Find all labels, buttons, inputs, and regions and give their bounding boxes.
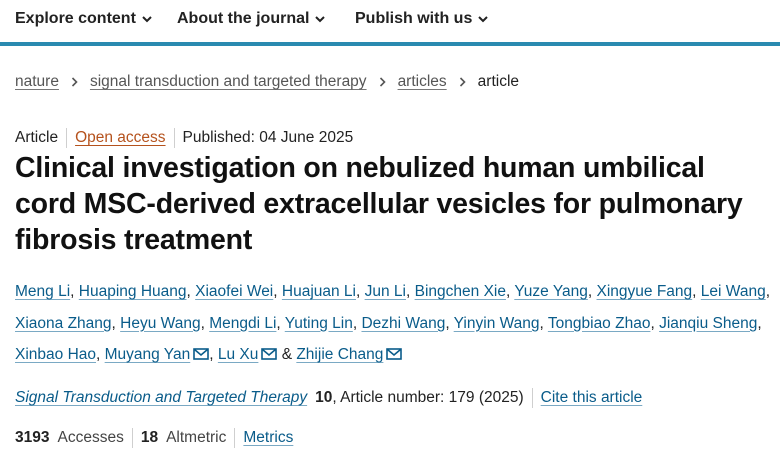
metrics-link[interactable]: Metrics xyxy=(243,429,293,447)
divider xyxy=(131,428,133,448)
author-link[interactable]: Xiaona Zhang xyxy=(15,315,112,332)
author-link[interactable]: Jianqiu Sheng xyxy=(659,315,757,332)
divider xyxy=(531,388,533,408)
nav-about-journal[interactable]: About the journal xyxy=(177,8,326,30)
cite-this-article-link[interactable]: Cite this article xyxy=(541,389,643,407)
nav-publish-with-us[interactable]: Publish with us xyxy=(355,8,489,30)
altmetric-score: 18 xyxy=(140,429,159,446)
nav-label: About the journal xyxy=(177,10,310,27)
chevron-down-icon xyxy=(315,14,326,24)
volume-number: 10 xyxy=(315,389,333,406)
open-access-link[interactable]: Open access xyxy=(75,129,165,147)
author-link[interactable]: Muyang Yan xyxy=(105,346,191,363)
breadcrumb-current: article xyxy=(477,73,520,90)
nav-label: Explore content xyxy=(15,10,136,27)
author-link[interactable]: Lu Xu xyxy=(218,346,259,363)
divider xyxy=(173,128,175,148)
author-link[interactable]: Yuze Yang xyxy=(514,283,588,300)
author-link[interactable]: Xinbao Hao xyxy=(15,346,96,363)
envelope-icon[interactable] xyxy=(193,348,210,360)
top-navigation: Explore content About the journal Publis… xyxy=(0,0,780,46)
divider xyxy=(234,428,236,448)
breadcrumb-link-journal[interactable]: signal transduction and targeted therapy xyxy=(90,73,367,91)
author-link[interactable]: Heyu Wang xyxy=(120,315,200,332)
envelope-icon[interactable] xyxy=(261,348,278,360)
author-link[interactable]: Bingchen Xie xyxy=(415,283,506,300)
breadcrumb-link-nature[interactable]: nature xyxy=(15,73,59,91)
chevron-down-icon xyxy=(478,14,489,24)
author-link[interactable]: Lei Wang xyxy=(701,283,766,300)
accesses-count: 3193 xyxy=(15,429,50,446)
author-link[interactable]: Huajuan Li xyxy=(282,283,356,300)
author-link[interactable]: Yinyin Wang xyxy=(454,315,540,332)
author-link[interactable]: Zhijie Chang xyxy=(296,346,383,363)
journal-link[interactable]: Signal Transduction and Targeted Therapy xyxy=(15,389,307,407)
published-date: Published: 04 June 2025 xyxy=(182,129,354,146)
envelope-icon[interactable] xyxy=(386,348,403,360)
breadcrumb-link-articles[interactable]: articles xyxy=(398,73,447,91)
metrics-line: 3193 Accesses 18 Altmetric Metrics xyxy=(15,428,293,448)
divider xyxy=(66,128,68,148)
article-type: Article xyxy=(15,129,59,146)
nav-explore-content[interactable]: Explore content xyxy=(15,8,152,30)
author-link[interactable]: Jun Li xyxy=(365,283,406,300)
chevron-right-icon xyxy=(459,77,466,87)
author-link[interactable]: Mengdi Li xyxy=(209,315,276,332)
citation-line: Signal Transduction and Targeted Therapy… xyxy=(15,388,642,408)
chevron-down-icon xyxy=(142,14,152,24)
chevron-right-icon xyxy=(71,77,78,87)
author-link[interactable]: Xiaofei Wei xyxy=(195,283,273,300)
nav-label: Publish with us xyxy=(355,10,473,27)
accesses-label: Accesses xyxy=(57,429,124,446)
author-link[interactable]: Meng Li xyxy=(15,283,70,300)
altmetric-label: Altmetric xyxy=(166,429,227,446)
article-meta: Article Open access Published: 04 June 2… xyxy=(15,128,353,148)
article-number: , Article number: 179 (2025) xyxy=(332,389,524,406)
author-link[interactable]: Dezhi Wang xyxy=(361,315,445,332)
chevron-right-icon xyxy=(379,77,386,87)
author-link[interactable]: Xingyue Fang xyxy=(597,283,693,300)
author-link[interactable]: Yuting Lin xyxy=(285,315,353,332)
article-title: Clinical investigation on nebulized huma… xyxy=(15,152,743,256)
breadcrumb: nature signal transduction and targeted … xyxy=(15,72,519,92)
author-list: Meng Li, Huaping Huang, Xiaofei Wei, Hua… xyxy=(15,283,770,363)
author-link[interactable]: Tongbiao Zhao xyxy=(548,315,651,332)
author-link[interactable]: Huaping Huang xyxy=(79,283,187,300)
